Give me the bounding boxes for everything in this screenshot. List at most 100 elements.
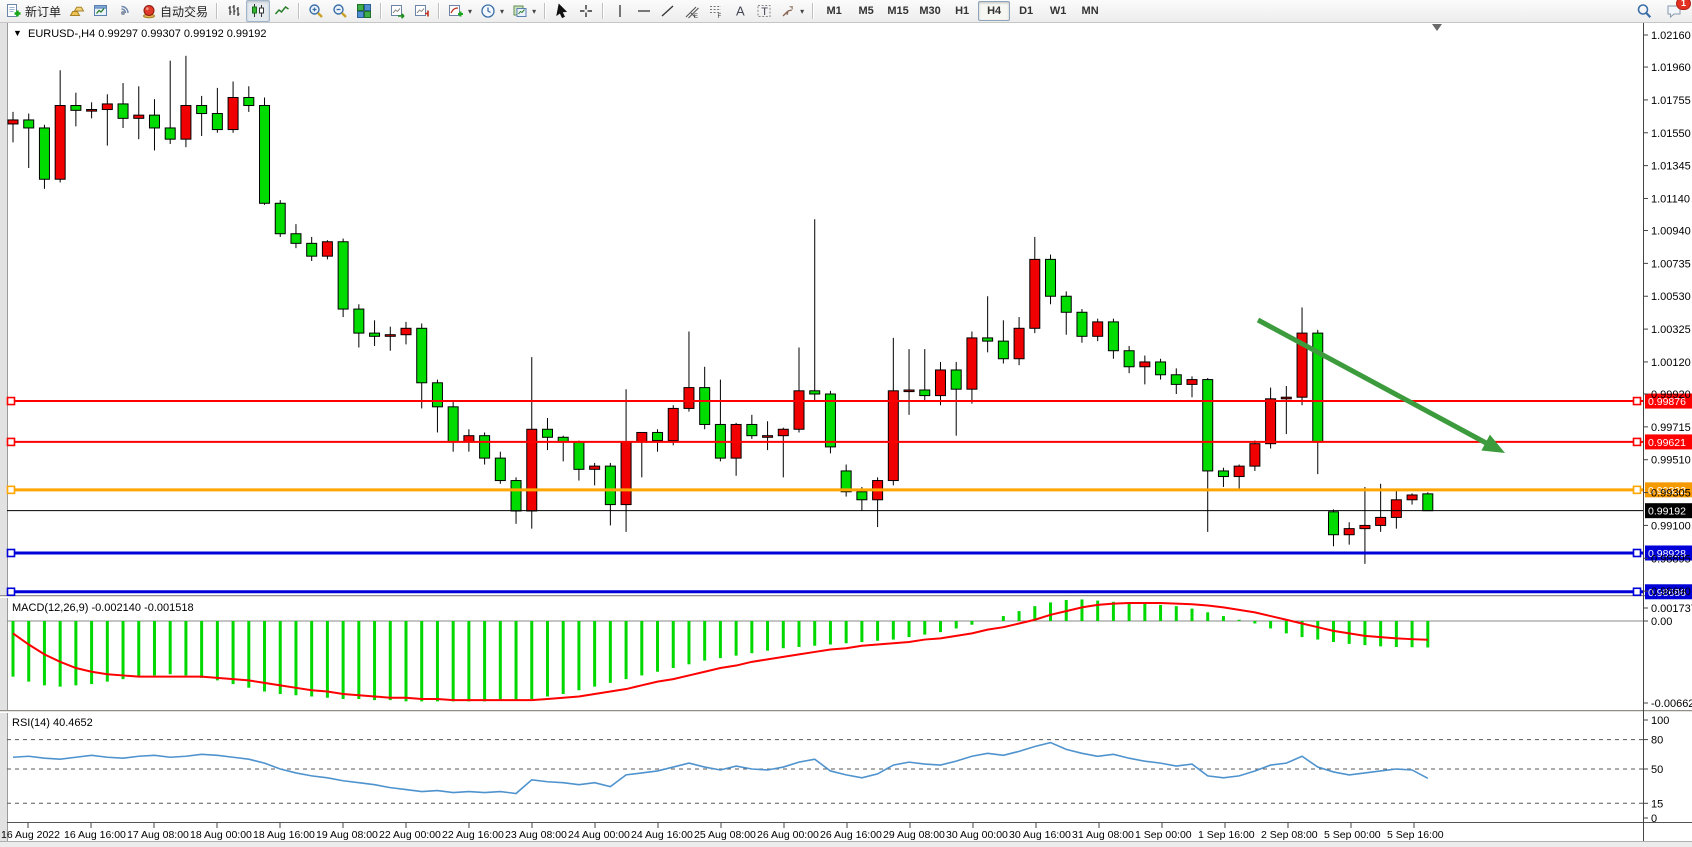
hline-icon xyxy=(636,3,652,19)
bar-chart-button[interactable] xyxy=(222,0,246,22)
svg-text:25 Aug 08:00: 25 Aug 08:00 xyxy=(694,829,756,841)
svg-text:0.98690: 0.98690 xyxy=(1651,586,1691,598)
toolbar-separator xyxy=(438,3,440,19)
svg-text:22 Aug 16:00: 22 Aug 16:00 xyxy=(442,829,504,841)
svg-text:24 Aug 00:00: 24 Aug 00:00 xyxy=(568,829,630,841)
svg-text:16 Aug 2022: 16 Aug 2022 xyxy=(1,829,60,841)
new-chart-button[interactable] xyxy=(89,0,113,22)
arrows-button[interactable]: ▾ xyxy=(776,0,808,22)
svg-text:18 Aug 16:00: 18 Aug 16:00 xyxy=(253,829,315,841)
channel-button[interactable]: E xyxy=(680,0,704,22)
template-icon xyxy=(512,3,528,19)
timeframe-m5-button[interactable]: M5 xyxy=(850,1,882,21)
svg-text:1.00120: 1.00120 xyxy=(1651,357,1691,369)
timeframe-mn-button[interactable]: MN xyxy=(1074,1,1106,21)
symbol-dropdown-icon[interactable]: ▼ xyxy=(13,28,22,38)
horizontal-line-button[interactable] xyxy=(632,0,656,22)
chevron-down-icon[interactable]: ▾ xyxy=(500,7,504,16)
periods-button[interactable]: ▾ xyxy=(476,0,508,22)
auto-trading-button[interactable]: 自动交易 xyxy=(137,0,212,22)
templates-button[interactable]: ▾ xyxy=(508,0,540,22)
autotrade-icon xyxy=(141,3,157,19)
macd-indicator-label: MACD(12,26,9) -0.002140 -0.001518 xyxy=(12,602,194,614)
tile-windows-button[interactable] xyxy=(352,0,376,22)
gold-button[interactable] xyxy=(65,0,89,22)
svg-text:5 Sep 00:00: 5 Sep 00:00 xyxy=(1324,829,1381,841)
auto-scroll-button[interactable] xyxy=(386,0,410,22)
chart-background xyxy=(0,22,1692,847)
chart-shift-button[interactable] xyxy=(410,0,434,22)
indicators-icon xyxy=(448,3,464,19)
svg-text:17 Aug 08:00: 17 Aug 08:00 xyxy=(127,829,189,841)
svg-text:26 Aug 00:00: 26 Aug 00:00 xyxy=(757,829,819,841)
channel-icon: E xyxy=(684,3,700,19)
svg-text:50: 50 xyxy=(1651,764,1663,776)
svg-text:16 Aug 16:00: 16 Aug 16:00 xyxy=(64,829,126,841)
svg-text:E: E xyxy=(694,14,698,19)
crosshair-icon xyxy=(578,3,594,19)
arrows-icon xyxy=(780,3,796,19)
crosshair-button[interactable] xyxy=(574,0,598,22)
svg-text:0.99920: 0.99920 xyxy=(1651,389,1691,401)
svg-text:1.01140: 1.01140 xyxy=(1651,193,1690,205)
toolbar-separator xyxy=(602,3,604,19)
zoomout-icon xyxy=(332,3,348,19)
svg-text:1.00530: 1.00530 xyxy=(1651,291,1691,303)
main-toolbar: 新订单 自动交易 ▾ ▾ ▾ E FAT ▾ M1M5M15M30H1H4D1W1MN 1 xyxy=(0,0,1692,23)
timeframe-d1-button[interactable]: D1 xyxy=(1010,1,1042,21)
new-chart-icon xyxy=(93,3,109,19)
rsi-indicator-label: RSI(14) 40.4652 xyxy=(12,717,93,729)
vertical-line-button[interactable] xyxy=(608,0,632,22)
timeframe-m15-button[interactable]: M15 xyxy=(882,1,914,21)
fibonacci-button[interactable]: F xyxy=(704,0,728,22)
text-label-button[interactable]: T xyxy=(752,0,776,22)
svg-text:1 Sep 00:00: 1 Sep 00:00 xyxy=(1135,829,1192,841)
line-chart-button[interactable] xyxy=(270,0,294,22)
auto-trading-button-label: 自动交易 xyxy=(160,3,208,20)
timeframe-h4-button[interactable]: H4 xyxy=(978,1,1010,21)
timeframe-w1-button[interactable]: W1 xyxy=(1042,1,1074,21)
svg-text:0.98895: 0.98895 xyxy=(1651,553,1691,565)
svg-text:1.00325: 1.00325 xyxy=(1651,324,1691,336)
svg-text:26 Aug 16:00: 26 Aug 16:00 xyxy=(820,829,882,841)
new-order-button[interactable]: 新订单 xyxy=(2,0,65,22)
svg-text:1.02160: 1.02160 xyxy=(1651,30,1691,42)
timeframe-m30-button[interactable]: M30 xyxy=(914,1,946,21)
autoscroll-icon xyxy=(390,3,406,19)
toolbar-separator xyxy=(544,3,546,19)
textA-icon: A xyxy=(732,3,748,19)
chevron-down-icon[interactable]: ▾ xyxy=(468,7,472,16)
svg-text:-0.006628: -0.006628 xyxy=(1651,698,1692,710)
svg-text:24 Aug 16:00: 24 Aug 16:00 xyxy=(631,829,693,841)
timeframe-m1-button[interactable]: M1 xyxy=(818,1,850,21)
toolbar-separator xyxy=(812,3,814,19)
svg-text:15: 15 xyxy=(1651,798,1663,810)
fibo-icon: F xyxy=(708,3,724,19)
signals-button[interactable] xyxy=(113,0,137,22)
zoom-in-button[interactable] xyxy=(304,0,328,22)
svg-text:1.01960: 1.01960 xyxy=(1651,62,1691,74)
indicators-button[interactable]: ▾ xyxy=(444,0,476,22)
svg-text:19 Aug 08:00: 19 Aug 08:00 xyxy=(316,829,378,841)
chart-window: 0.998760.996210.993220.989280.986860.991… xyxy=(0,0,1692,847)
svg-text:31 Aug 08:00: 31 Aug 08:00 xyxy=(1072,829,1134,841)
search-button[interactable] xyxy=(1632,0,1656,22)
zoom-out-button[interactable] xyxy=(328,0,352,22)
svg-text:0.99100: 0.99100 xyxy=(1651,520,1691,532)
chevron-down-icon[interactable]: ▾ xyxy=(800,7,804,16)
svg-text:80: 80 xyxy=(1651,735,1663,747)
vline-icon xyxy=(612,3,628,19)
svg-text:0.99715: 0.99715 xyxy=(1651,422,1691,434)
svg-text:0.99305: 0.99305 xyxy=(1651,488,1691,500)
candlestick-chart-button[interactable] xyxy=(246,0,270,22)
tline-icon xyxy=(660,3,676,19)
chart-canvas: 0.998760.996210.993220.989280.986860.991… xyxy=(0,0,1692,847)
svg-text:0.99192: 0.99192 xyxy=(1648,506,1686,518)
cursor-button[interactable] xyxy=(550,0,574,22)
text-button[interactable]: A xyxy=(728,0,752,22)
chevron-down-icon[interactable]: ▾ xyxy=(532,7,536,16)
timeframe-h1-button[interactable]: H1 xyxy=(946,1,978,21)
svg-text:1.01755: 1.01755 xyxy=(1651,95,1691,107)
trendline-button[interactable] xyxy=(656,0,680,22)
chat-button[interactable]: 1 xyxy=(1662,0,1686,22)
